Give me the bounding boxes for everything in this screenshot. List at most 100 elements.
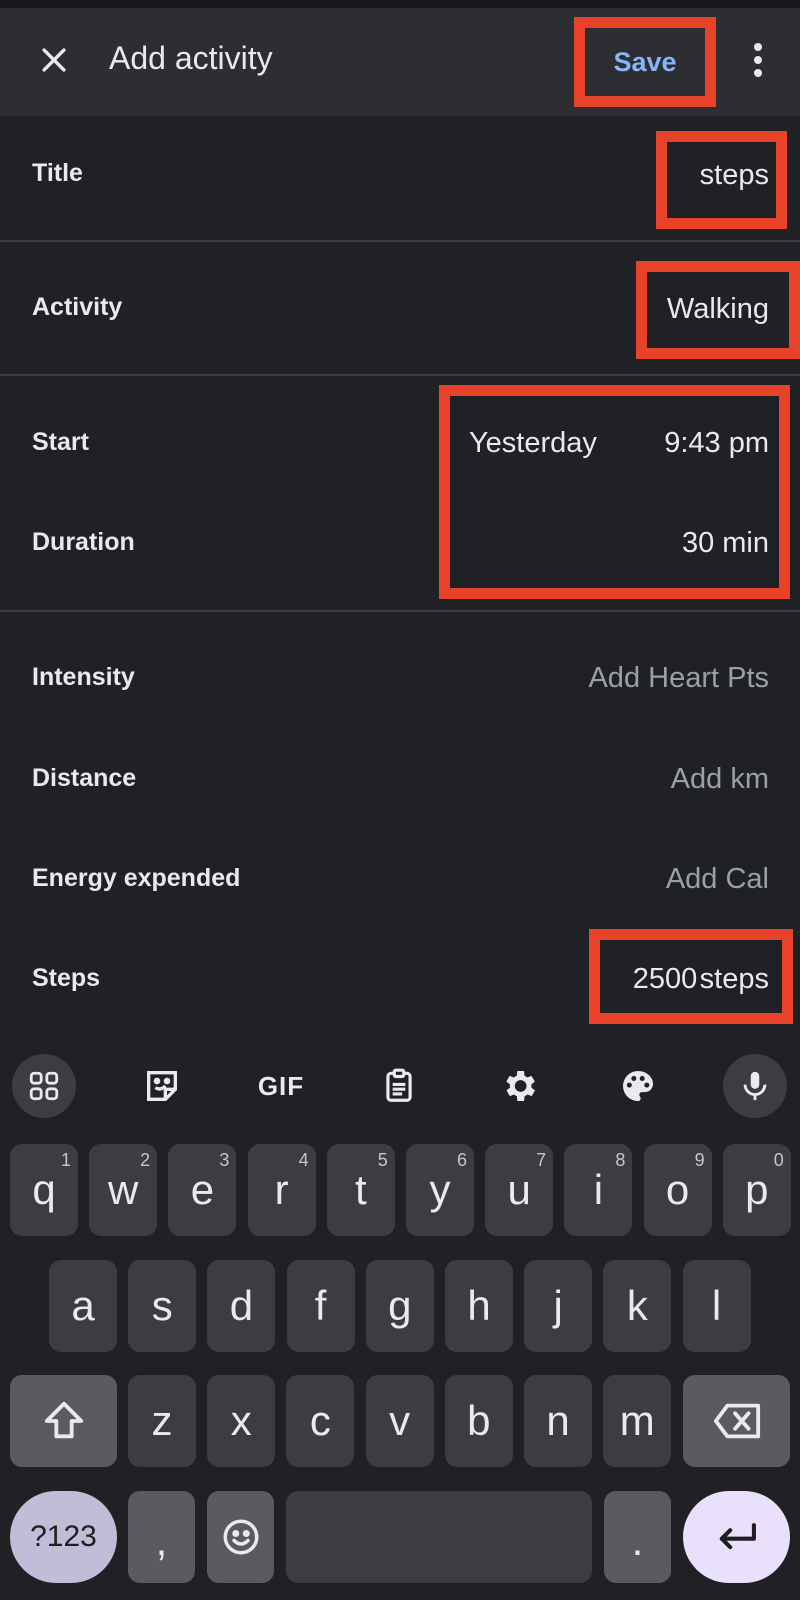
start-time-field[interactable]: 9:43 pm — [664, 427, 769, 460]
key-y[interactable]: y6 — [406, 1144, 474, 1236]
key-s[interactable]: s — [128, 1260, 197, 1352]
clipboard-button[interactable] — [367, 1054, 431, 1118]
period-key[interactable]: . — [604, 1491, 671, 1583]
page-title: Add activity — [109, 40, 273, 76]
intensity-label: Intensity — [32, 663, 135, 691]
voice-input-button[interactable] — [723, 1054, 787, 1118]
key-n[interactable]: n — [524, 1375, 592, 1467]
steps-unit: steps — [699, 963, 769, 995]
key-o[interactable]: o9 — [643, 1144, 712, 1236]
duration-field[interactable]: 30 min — [682, 527, 769, 560]
key-r[interactable]: r4 — [247, 1144, 316, 1236]
title-field[interactable]: steps — [700, 159, 769, 192]
key-u[interactable]: u7 — [485, 1144, 554, 1236]
status-bar-strip — [0, 0, 800, 8]
keyboard: GIF q1w2e3r4t5y6u7i8o9p0 a s d f g h j k… — [0, 1040, 800, 1600]
key-i[interactable]: i8 — [564, 1144, 633, 1236]
key-k[interactable]: k — [603, 1260, 672, 1352]
key-hint: 9 — [694, 1150, 705, 1170]
key-a[interactable]: a — [49, 1260, 117, 1352]
key-hint: 6 — [456, 1150, 467, 1170]
steps-value: 2500 — [632, 963, 698, 995]
key-label: p — [745, 1166, 769, 1213]
keyboard-toolbar: GIF — [0, 1040, 800, 1132]
energy-label: Energy expended — [32, 864, 241, 892]
emoji-icon — [223, 1519, 258, 1555]
clipboard-icon — [386, 1068, 412, 1102]
duration-label: Duration — [32, 528, 135, 556]
key-f[interactable]: f — [286, 1260, 355, 1352]
save-button[interactable]: Save — [574, 17, 716, 107]
apps-grid-icon — [29, 1071, 59, 1101]
key-l[interactable]: l — [682, 1260, 751, 1352]
distance-field[interactable]: Add km — [671, 763, 769, 796]
key-hint: 2 — [140, 1150, 151, 1170]
enter-icon — [719, 1523, 756, 1550]
key-label: r — [274, 1166, 289, 1213]
more-vert-icon — [754, 43, 762, 77]
title-label: Title — [32, 159, 83, 187]
key-d[interactable]: d — [207, 1260, 276, 1352]
activity-select[interactable]: Walking — [667, 293, 769, 326]
key-v[interactable]: v — [365, 1375, 434, 1467]
mic-icon — [743, 1071, 767, 1101]
key-b[interactable]: b — [444, 1375, 513, 1467]
activity-label: Activity — [32, 293, 123, 321]
emoji-key[interactable] — [207, 1491, 274, 1583]
key-z[interactable]: z — [128, 1375, 196, 1467]
sticker-button[interactable] — [130, 1054, 194, 1118]
key-j[interactable]: j — [524, 1260, 593, 1352]
gif-button[interactable]: GIF — [249, 1054, 313, 1118]
palette-icon — [623, 1071, 653, 1101]
key-label: w — [108, 1166, 139, 1213]
key-m[interactable]: m — [603, 1375, 672, 1467]
steps-label: Steps — [32, 964, 101, 992]
key-t[interactable]: t5 — [326, 1144, 395, 1236]
key-hint: 4 — [298, 1150, 309, 1170]
key-h[interactable]: h — [445, 1260, 513, 1352]
key-q[interactable]: q1 — [10, 1144, 78, 1236]
divider — [0, 240, 800, 242]
key-hint: 5 — [377, 1150, 388, 1170]
energy-field[interactable]: Add Cal — [666, 863, 769, 896]
steps-field[interactable]: 2500 steps — [633, 963, 769, 996]
key-hint: 8 — [615, 1150, 626, 1170]
backspace-key[interactable] — [683, 1375, 790, 1467]
distance-label: Distance — [32, 764, 137, 792]
space-key[interactable] — [286, 1491, 592, 1583]
sticker-icon — [147, 1071, 177, 1101]
key-e[interactable]: e3 — [168, 1144, 237, 1236]
key-label: q — [32, 1166, 56, 1213]
key-label: o — [665, 1166, 690, 1213]
key-label: i — [593, 1166, 604, 1213]
close-icon — [42, 48, 66, 72]
key-hint: 7 — [536, 1150, 547, 1170]
intensity-field[interactable]: Add Heart Pts — [588, 662, 769, 695]
divider — [0, 610, 800, 612]
theme-button[interactable] — [606, 1054, 670, 1118]
key-hint: 1 — [60, 1150, 71, 1170]
key-c[interactable]: c — [286, 1375, 355, 1467]
backspace-icon — [713, 1403, 760, 1439]
key-x[interactable]: x — [207, 1375, 276, 1467]
comma-key[interactable]: , — [128, 1491, 195, 1583]
apps-button[interactable] — [12, 1054, 76, 1118]
key-g[interactable]: g — [365, 1260, 434, 1352]
key-label: y — [429, 1166, 451, 1213]
key-p[interactable]: p0 — [722, 1144, 791, 1236]
settings-button[interactable] — [487, 1054, 551, 1118]
divider — [0, 374, 800, 376]
symbols-key[interactable]: ?123 — [10, 1491, 117, 1583]
key-hint: 0 — [773, 1150, 784, 1170]
more-options-button[interactable] — [730, 32, 786, 88]
key-label: e — [190, 1166, 215, 1213]
key-w[interactable]: w2 — [89, 1144, 158, 1236]
start-label: Start — [32, 428, 89, 456]
key-label: u — [507, 1166, 531, 1213]
enter-key[interactable] — [683, 1491, 790, 1583]
shift-key[interactable] — [10, 1375, 117, 1467]
close-button[interactable] — [26, 32, 82, 88]
settings-icon — [506, 1071, 535, 1101]
app-bar: Add activity Save — [0, 8, 800, 116]
shift-icon — [44, 1401, 83, 1439]
